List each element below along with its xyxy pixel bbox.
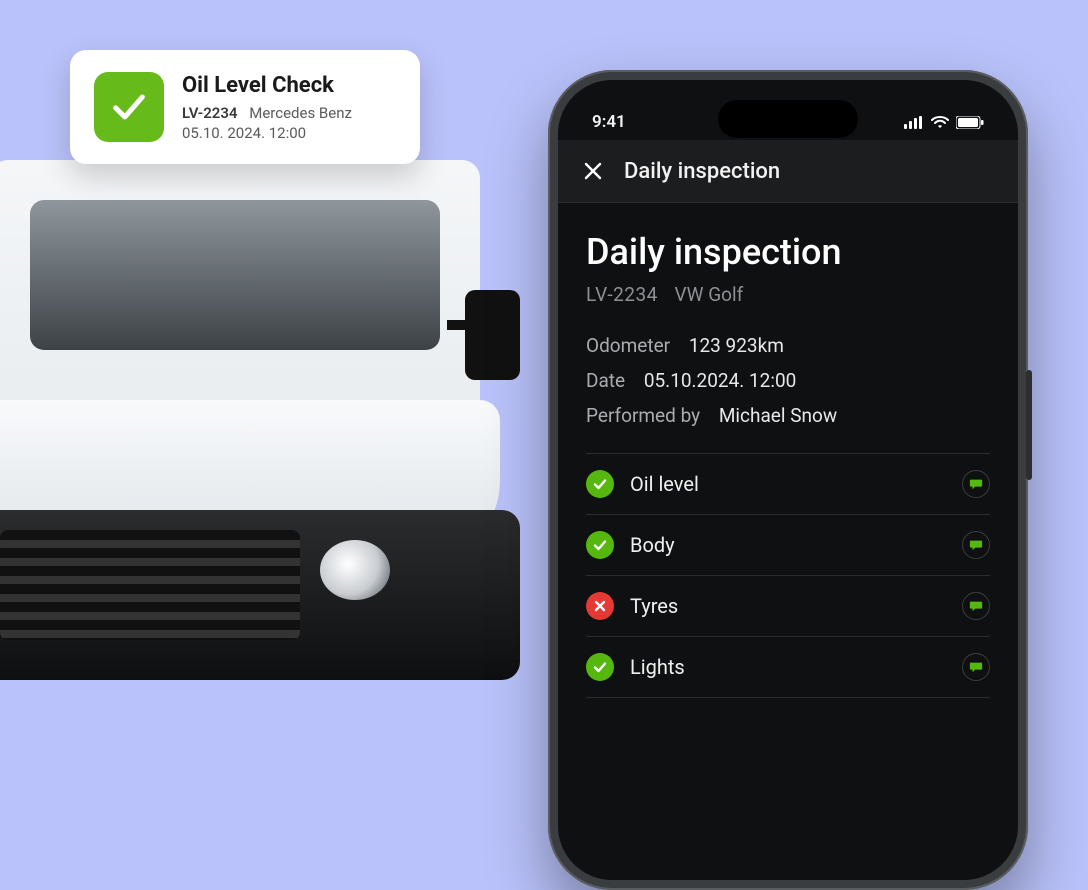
page-title: Daily inspection (586, 231, 990, 273)
check-label: Oil level (630, 472, 946, 496)
card-subtitle: LV-2234 Mercedes Benz (182, 104, 396, 122)
performed-value: Michael Snow (719, 404, 837, 427)
check-item[interactable]: Body (586, 515, 990, 576)
performed-label: Performed by (586, 404, 700, 427)
status-pass-icon (586, 531, 614, 559)
check-label: Lights (630, 655, 946, 679)
comment-icon (969, 477, 983, 491)
inspection-plate: LV-2234 (586, 283, 658, 306)
odometer-value: 123 923km (689, 334, 784, 357)
comment-button[interactable] (962, 653, 990, 681)
check-item[interactable]: Lights (586, 637, 990, 698)
check-item[interactable]: Oil level (586, 454, 990, 515)
dynamic-island (718, 100, 858, 138)
close-button[interactable] (580, 158, 606, 184)
date-value: 05.10.2024. 12:00 (644, 369, 796, 392)
meta-performed-by: Performed by Michael Snow (586, 404, 990, 427)
check-item[interactable]: Tyres (586, 576, 990, 637)
inspection-vehicle: VW Golf (675, 283, 744, 306)
status-time: 9:41 (592, 112, 626, 132)
status-pass-icon (586, 470, 614, 498)
close-icon (583, 161, 603, 181)
card-body: Oil Level Check LV-2234 Mercedes Benz 05… (182, 73, 396, 142)
vehicle-line: LV-2234 VW Golf (586, 283, 990, 306)
checklist: Oil level Body Tyres Lights (586, 454, 990, 698)
app-header-title: Daily inspection (624, 159, 780, 184)
meta-date: Date 05.10.2024. 12:00 (586, 369, 990, 392)
cellular-icon (904, 116, 924, 129)
check-label: Body (630, 533, 946, 557)
card-vehicle: Mercedes Benz (249, 104, 352, 122)
phone-frame: 9:41 (548, 70, 1028, 890)
comment-button[interactable] (962, 531, 990, 559)
card-datetime: 05.10. 2024. 12:00 (182, 124, 396, 142)
phone-screen: 9:41 (558, 80, 1018, 880)
odometer-label: Odometer (586, 334, 670, 357)
date-label: Date (586, 369, 625, 392)
battery-icon (956, 116, 984, 129)
phone-side-button (1026, 370, 1032, 480)
app-header: Daily inspection (558, 140, 1018, 203)
comment-icon (969, 599, 983, 613)
card-plate: LV-2234 (182, 104, 238, 122)
oil-check-card: Oil Level Check LV-2234 Mercedes Benz 05… (70, 50, 420, 164)
status-fail-icon (586, 592, 614, 620)
wifi-icon (931, 116, 949, 129)
card-title: Oil Level Check (182, 73, 396, 98)
app-content: Daily inspection LV-2234 VW Golf Odomete… (558, 203, 1018, 698)
comment-icon (969, 660, 983, 674)
comment-button[interactable] (962, 470, 990, 498)
status-icons (904, 116, 984, 129)
comment-icon (969, 538, 983, 552)
checkmark-badge (94, 72, 164, 142)
meta-odometer: Odometer 123 923km (586, 334, 990, 357)
check-label: Tyres (630, 594, 946, 618)
checkmark-icon (109, 87, 149, 127)
inspection-meta: Odometer 123 923km Date 05.10.2024. 12:0… (586, 334, 990, 427)
comment-button[interactable] (962, 592, 990, 620)
status-pass-icon (586, 653, 614, 681)
van-image (0, 120, 520, 760)
